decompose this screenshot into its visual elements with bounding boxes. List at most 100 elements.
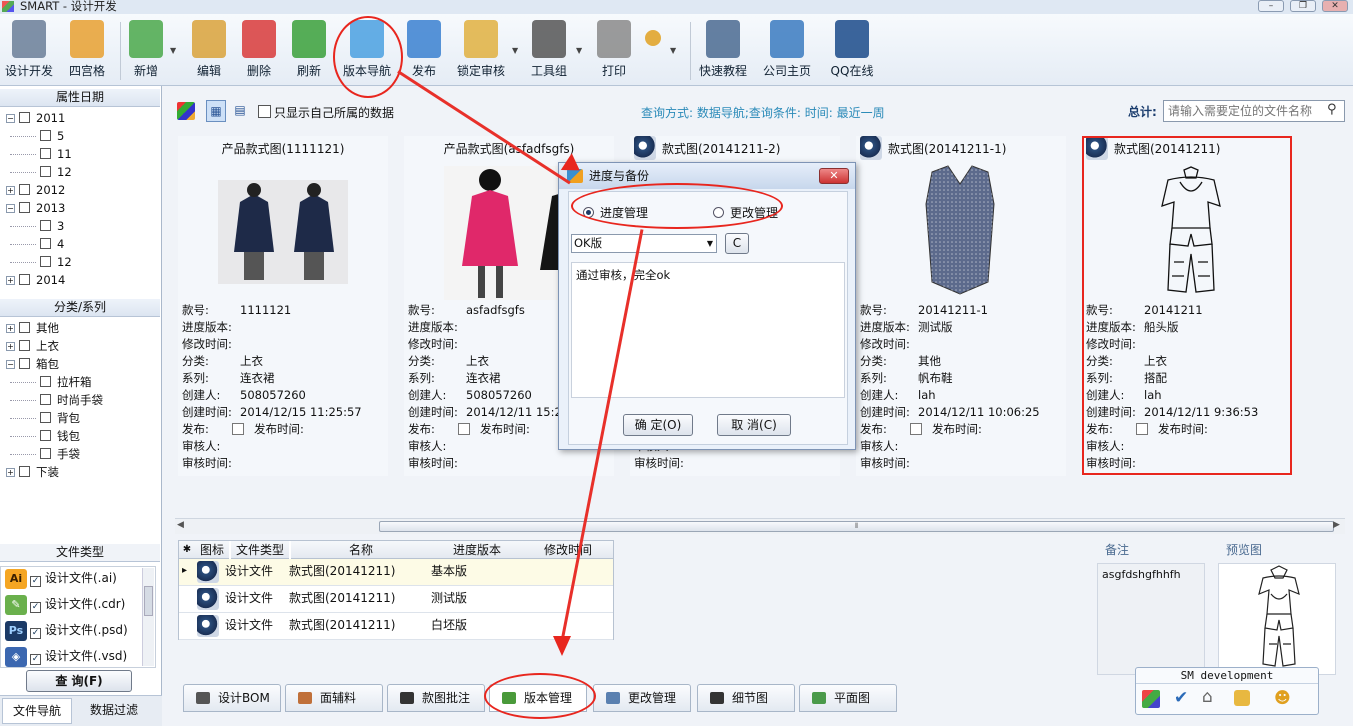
expand-toggle-icon[interactable]: + [6,468,15,477]
locate-search-input[interactable] [1163,100,1345,122]
file-type-item[interactable]: ◈ ✓ 设计文件(.vsd) [5,645,145,669]
publish-checkbox[interactable] [910,423,922,435]
tree-checkbox[interactable] [40,412,51,423]
tab-fabric[interactable]: 面辅料 [285,684,383,712]
tree-item[interactable]: + 下装 [6,464,59,480]
dialog-close-button[interactable]: ✕ [819,168,849,184]
dropdown-arrow-icon[interactable]: ▼ [576,46,582,55]
tree-item[interactable]: 拉杆箱 [40,374,92,390]
toolbar-toolbox-button[interactable]: 工具组 [522,20,576,82]
scroll-left-arrow-icon[interactable]: ◀ [177,520,184,530]
notes-icon[interactable] [1234,690,1250,706]
file-type-checkbox[interactable]: ✓ [30,628,41,639]
only-mine-checkbox[interactable] [258,105,271,118]
grid-column-header[interactable]: 图标 [195,541,229,559]
toolbar-lock-audit-button[interactable]: 锁定审核 [450,20,512,82]
tree-item[interactable]: + 上衣 [6,338,59,354]
tree-checkbox[interactable] [19,274,30,285]
design-card[interactable]: 产品款式图(1111121) 款号: 1111121 进度版本: 修改时间: 分类: 上衣系… [178,136,388,476]
tree-checkbox[interactable] [19,202,30,213]
file-type-item[interactable]: Ps ✓ 设计文件(.psd) [5,619,145,643]
file-type-scrollbar[interactable] [142,568,154,666]
toolbar-grid-four-button[interactable]: 四宫格 [62,20,112,82]
tree-item[interactable]: 手袋 [40,446,80,462]
cancel-button[interactable]: 取 消(C) [717,414,791,436]
c-button[interactable]: C [725,233,749,254]
scroll-thumb[interactable]: ⦀ [379,521,1334,532]
toolbar-print-button[interactable]: 打印 [592,20,636,82]
tree-item[interactable]: 时尚手袋 [40,392,103,408]
tree-checkbox[interactable] [40,448,51,459]
toolbar-new-doc-button[interactable]: 新增 [124,20,168,82]
check-icon[interactable]: ✔ [1174,688,1188,708]
query-button[interactable]: 查 询(F) [26,670,132,692]
grid-column-header[interactable]: 进度版本 [431,541,523,559]
toolbar-delete-button[interactable]: 删除 [236,20,282,82]
file-type-checkbox[interactable]: ✓ [30,576,41,587]
tab-comment[interactable]: 款图批注 [387,684,485,712]
tab-change-manage[interactable]: 更改管理 [593,684,691,712]
tree-item[interactable]: 5 [40,128,64,144]
tab-file-nav[interactable]: 文件导航 [2,698,72,724]
expand-toggle-icon[interactable]: + [6,324,15,333]
expand-toggle-icon[interactable]: − [6,360,15,369]
tree-checkbox[interactable] [19,112,30,123]
module-icon[interactable] [177,102,195,120]
user-icon[interactable]: ☻ [1274,688,1291,707]
grid-column-header[interactable]: 文件类型 [231,541,289,559]
tree-checkbox[interactable] [19,340,30,351]
scroll-right-arrow-icon[interactable]: ▶ [1333,520,1340,530]
close-button[interactable]: ✕ [1322,0,1348,12]
table-row[interactable]: ▸ 设计文件 款式图(20141211) 基本版 [179,559,613,586]
chevron-down-icon[interactable]: ▼ [707,235,713,252]
dropdown-arrow-icon[interactable]: ▼ [170,46,176,55]
tree-item[interactable]: − 2011 [6,110,65,126]
tree-checkbox[interactable] [19,322,30,333]
tree-item[interactable]: 3 [40,218,64,234]
file-type-item[interactable]: Ai ✓ 设计文件(.ai) [5,567,145,591]
card-thumbnail[interactable] [918,164,1002,301]
tree-checkbox[interactable] [40,376,51,387]
ok-button[interactable]: 确 定(O) [623,414,693,436]
version-select[interactable]: OK版 ▼ [571,234,717,253]
table-row[interactable]: 设计文件 款式图(20141211) 测试版 [179,586,613,613]
card-scrollbar[interactable]: ◀ ⦀ ▶ [175,518,1345,534]
expand-toggle-icon[interactable]: − [6,204,15,213]
tab-detail[interactable]: 细节图 [697,684,795,712]
toolbar-design-button[interactable]: 设计开发 [0,20,58,82]
tree-item[interactable]: +2014 [6,272,65,288]
tree-checkbox[interactable] [40,430,51,441]
list-view-icon[interactable]: ▤ [230,100,250,122]
thumbnail-view-icon[interactable]: ▦ [206,100,226,122]
toolbar-thumbs-up-button[interactable]: 公司主页 [758,20,816,82]
tree-item[interactable]: − 2013 [6,200,65,216]
card-thumbnail[interactable] [218,180,348,287]
design-card[interactable]: 款式图(20141211-1) 款号: 20141211-1 进度版本: 测试版 修改时间… [856,136,1066,476]
tree-item[interactable]: 12 [40,254,72,270]
toolbar-settings-button[interactable] [642,20,664,82]
file-type-checkbox[interactable]: ✓ [30,602,41,613]
tree-item[interactable]: − 箱包 [6,356,59,372]
dropdown-arrow-icon[interactable]: ▼ [670,46,676,55]
expand-toggle-icon[interactable]: + [6,186,15,195]
tab-bom-list[interactable]: 设计BOM [183,684,281,712]
table-row[interactable]: 设计文件 款式图(20141211) 白坯版 [179,613,613,640]
tree-checkbox[interactable] [19,466,30,477]
expand-toggle-icon[interactable]: + [6,276,15,285]
toolbar-qq-penguin-button[interactable]: QQ在线 [824,20,880,82]
tree-item[interactable]: 4 [40,236,64,252]
dropdown-arrow-icon[interactable]: ▼ [512,46,518,55]
expand-toggle-icon[interactable]: + [6,342,15,351]
tree-checkbox[interactable] [40,256,51,267]
tree-checkbox[interactable] [19,184,30,195]
smart-logo-icon[interactable] [1142,690,1160,708]
grid-column-header[interactable]: 修改时间 [523,541,613,559]
toolbar-edit-button[interactable]: 编辑 [186,20,232,82]
toolbar-publish-button[interactable]: 发布 [404,20,444,82]
tree-checkbox[interactable] [40,238,51,249]
file-type-item[interactable]: ✎ ✓ 设计文件(.cdr) [5,593,145,617]
tree-checkbox[interactable] [40,394,51,405]
toolbar-refresh-button[interactable]: 刷新 [286,20,332,82]
tree-checkbox[interactable] [40,220,51,231]
grid-column-header[interactable]: 名称 [291,541,431,559]
